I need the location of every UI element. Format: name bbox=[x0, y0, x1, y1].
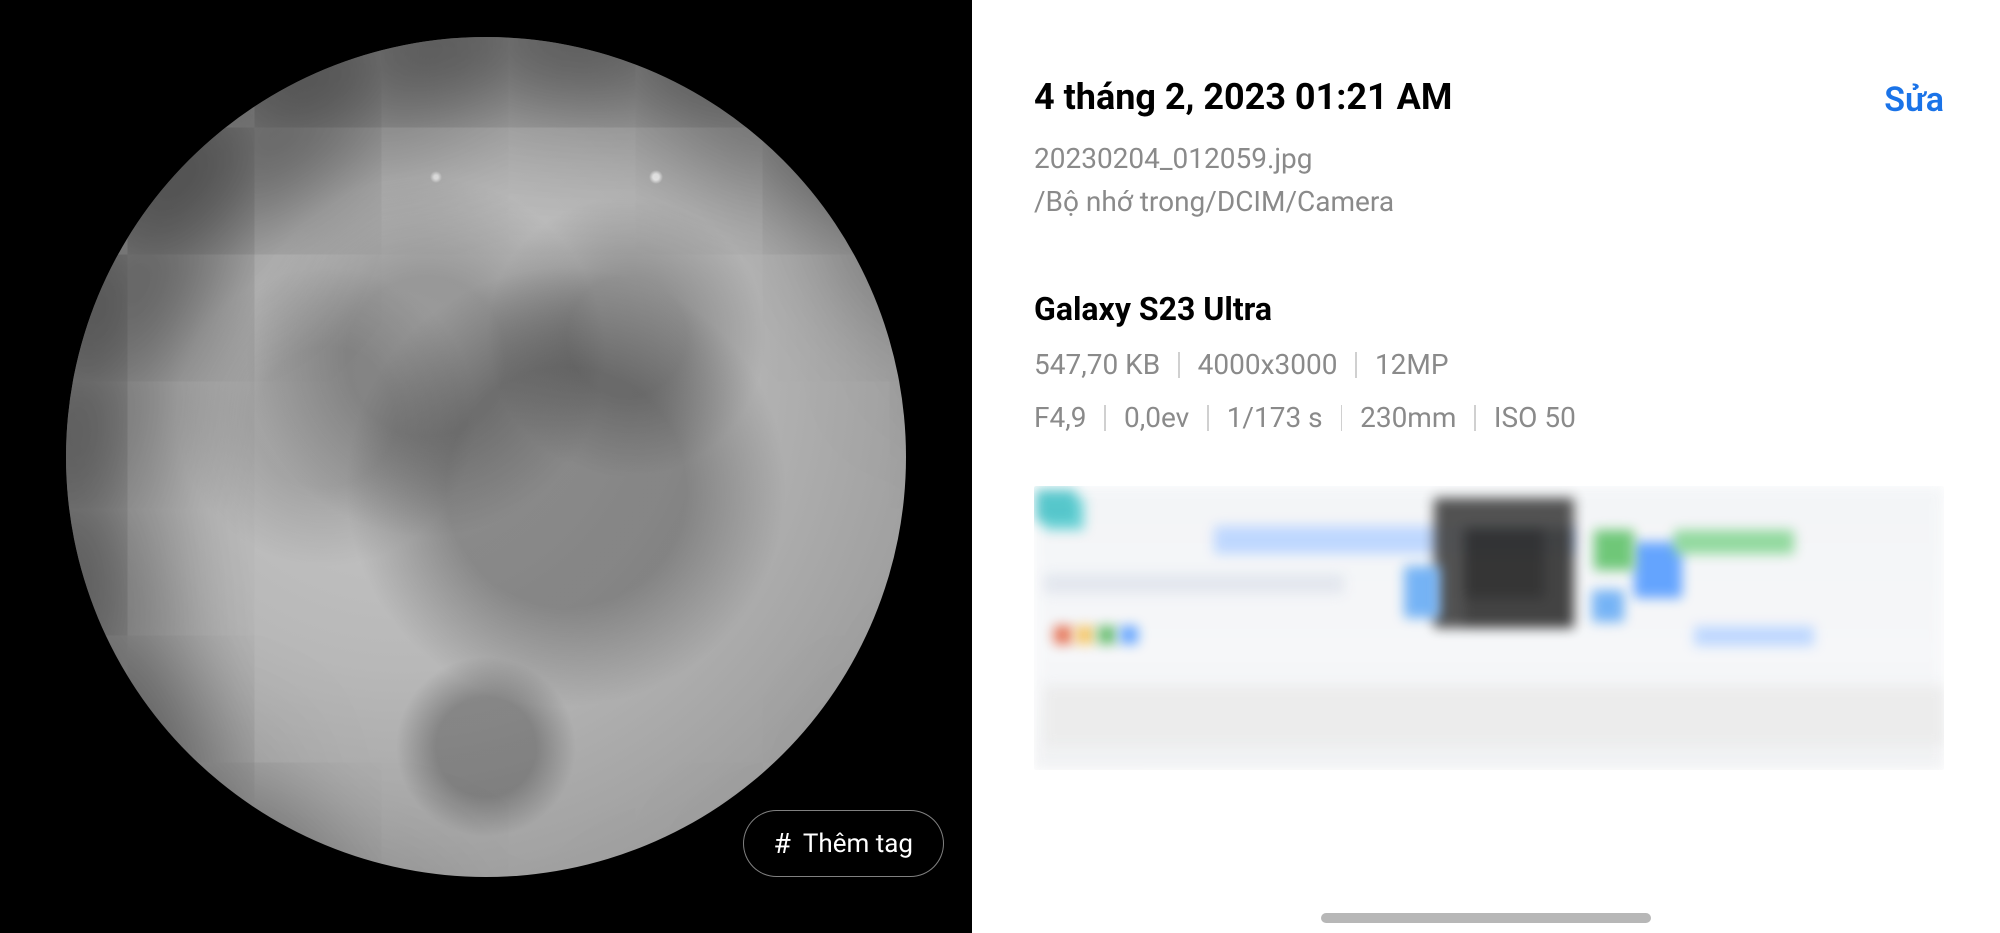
location-map-preview[interactable] bbox=[1034, 486, 1944, 770]
photo-content bbox=[66, 37, 906, 877]
meta-dimensions: 4000x3000 bbox=[1198, 348, 1338, 381]
exif-focal: 230mm bbox=[1360, 401, 1456, 434]
hash-icon: # bbox=[774, 827, 791, 860]
exif-aperture: F4,9 bbox=[1034, 401, 1086, 434]
photo-date-title: 4 tháng 2, 2023 01:21 AM bbox=[1034, 76, 1452, 118]
bottom-sheet-handle[interactable] bbox=[1321, 913, 1651, 923]
separator bbox=[1207, 405, 1209, 431]
exif-iso: ISO 50 bbox=[1494, 401, 1576, 434]
meta-megapixels: 12MP bbox=[1375, 348, 1449, 381]
photo-details-pane: 4 tháng 2, 2023 01:21 AM Sửa 20230204_01… bbox=[972, 0, 2000, 933]
separator bbox=[1104, 405, 1106, 431]
separator bbox=[1355, 352, 1357, 378]
photo-filename: 20230204_012059.jpg bbox=[1034, 142, 1944, 175]
device-name: Galaxy S23 Ultra bbox=[1034, 290, 1944, 328]
separator bbox=[1341, 405, 1343, 431]
photo-filepath: /Bộ nhớ trong/DCIM/Camera bbox=[1034, 185, 1944, 218]
add-tag-button[interactable]: # Thêm tag bbox=[743, 810, 944, 877]
meta-file-size: 547,70 KB bbox=[1034, 348, 1160, 381]
edit-button[interactable]: Sửa bbox=[1884, 76, 1944, 120]
exif-row: F4,9 0,0ev 1/173 s 230mm ISO 50 bbox=[1034, 401, 1944, 434]
separator bbox=[1178, 352, 1180, 378]
separator bbox=[1474, 405, 1476, 431]
exif-ev: 0,0ev bbox=[1124, 401, 1189, 434]
file-meta-row: 547,70 KB 4000x3000 12MP bbox=[1034, 348, 1944, 381]
add-tag-label: Thêm tag bbox=[803, 829, 913, 859]
photo-preview-pane[interactable]: # Thêm tag bbox=[0, 0, 972, 933]
exif-shutter: 1/173 s bbox=[1227, 401, 1323, 434]
